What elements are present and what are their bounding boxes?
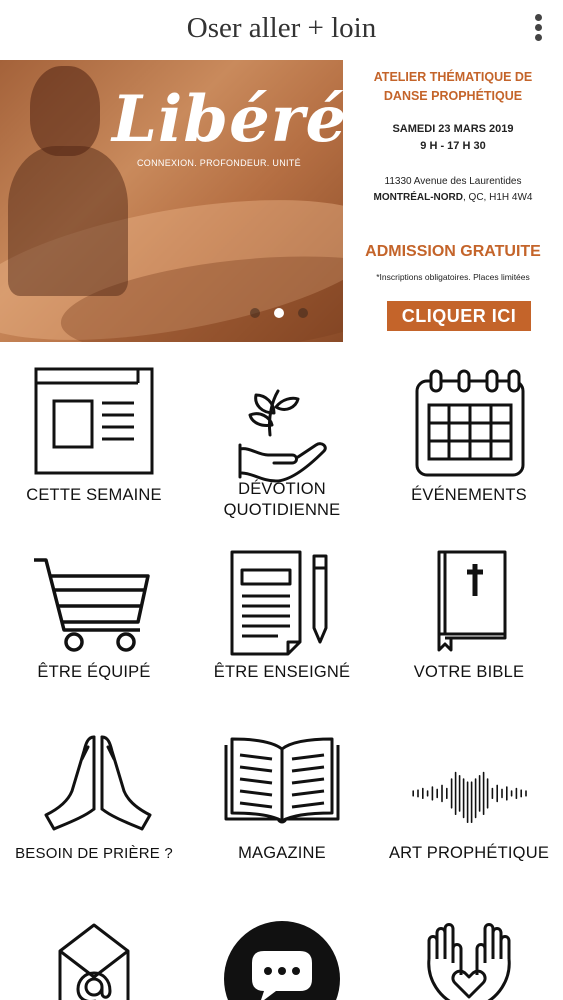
tile-label: ÉVÉNEMENTS xyxy=(411,486,527,504)
tile-label: BESOIN DE PRIÈRE ? xyxy=(15,845,173,862)
mail-at-icon xyxy=(56,921,176,1000)
hands-heart-icon xyxy=(419,919,539,1000)
newspaper-icon xyxy=(34,365,154,485)
carousel-dot[interactable] xyxy=(250,308,260,318)
more-vert-icon[interactable] xyxy=(531,14,545,44)
app-header: Oser aller + loin xyxy=(0,0,563,60)
tile-cette-semaine[interactable]: CETTE SEMAINE xyxy=(0,355,188,525)
register-button[interactable]: CLIQUER ICI xyxy=(387,301,531,331)
chat-bubble-icon xyxy=(222,919,342,1000)
tile-label: VOTRE BIBLE xyxy=(413,663,525,681)
praying-hands-icon xyxy=(38,729,158,849)
event-address-city: MONTRÉAL-NORD, QC, H1H 4W4 xyxy=(343,192,563,203)
tile-art-prophetique[interactable]: ART PROPHÉTIQUE xyxy=(375,725,563,875)
banner-headline: Libéré xyxy=(112,82,343,157)
tile-label: MAGAZINE xyxy=(238,844,326,862)
tile-label: ÊTRE ÉQUIPÉ xyxy=(37,663,151,681)
event-city: MONTRÉAL-NORD xyxy=(373,192,463,203)
dancer-photo: Libéré CONNEXION. PROFONDEUR. UNITÉ xyxy=(0,60,343,342)
carousel-dot[interactable] xyxy=(298,308,308,318)
app-title: Oser aller + loin xyxy=(186,12,377,44)
tile-evenements[interactable]: ÉVÉNEMENTS xyxy=(375,355,563,525)
tile-magazine[interactable]: MAGAZINE xyxy=(188,725,376,875)
tile-chat[interactable] xyxy=(188,915,376,1000)
tile-label: CETTE SEMAINE xyxy=(26,486,162,504)
registration-note: *Inscriptions obligatoires. Places limit… xyxy=(376,272,530,282)
open-book-icon xyxy=(222,735,342,855)
event-info: ATELIER THÉMATIQUE DE DANSE PROPHÉTIQUE S… xyxy=(343,60,563,342)
tile-label: ÊTRE ENSEIGNÉ xyxy=(213,663,351,681)
bible-icon xyxy=(431,548,551,668)
event-postal: , QC, H1H 4W4 xyxy=(462,192,533,203)
calendar-icon xyxy=(413,367,533,487)
document-pencil-icon xyxy=(228,548,348,668)
shopping-cart-icon xyxy=(30,550,150,670)
tile-contact[interactable] xyxy=(0,915,188,1000)
tile-dons[interactable] xyxy=(375,915,563,1000)
tile-devotion-quotidienne[interactable]: DÉVOTION QUOTIDIENNE xyxy=(188,355,376,525)
tile-label: ART PROPHÉTIQUE xyxy=(388,844,550,862)
tile-etre-enseigne[interactable]: ÊTRE ENSEIGNÉ xyxy=(188,540,376,690)
tile-label-text: DÉVOTION QUOTIDIENNE xyxy=(223,480,341,519)
event-banner[interactable]: Libéré CONNEXION. PROFONDEUR. UNITÉ ATEL… xyxy=(0,60,563,342)
event-hours: 9 H - 17 H 30 xyxy=(420,140,486,152)
tile-label: DÉVOTION QUOTIDIENNE xyxy=(188,479,376,521)
event-address-street: 11330 Avenue des Laurentides xyxy=(384,176,522,187)
carousel-dots[interactable] xyxy=(250,308,308,318)
event-title: ATELIER THÉMATIQUE DE DANSE PROPHÉTIQUE xyxy=(373,70,533,103)
tile-votre-bible[interactable]: VOTRE BIBLE xyxy=(375,540,563,690)
tile-etre-equipe[interactable]: ÊTRE ÉQUIPÉ xyxy=(0,540,188,690)
carousel-dot-active[interactable] xyxy=(274,308,284,318)
sound-wave-icon xyxy=(395,735,545,855)
banner-tagline: CONNEXION. PROFONDEUR. UNITÉ xyxy=(137,158,301,168)
event-date-day: SAMEDI 23 MARS 2019 xyxy=(392,123,514,135)
tile-besoin-de-priere[interactable]: BESOIN DE PRIÈRE ? xyxy=(0,725,188,875)
event-date: SAMEDI 23 MARS 2019 9 H - 17 H 30 xyxy=(343,121,563,155)
admission-text: ADMISSION GRATUITE xyxy=(365,243,541,260)
